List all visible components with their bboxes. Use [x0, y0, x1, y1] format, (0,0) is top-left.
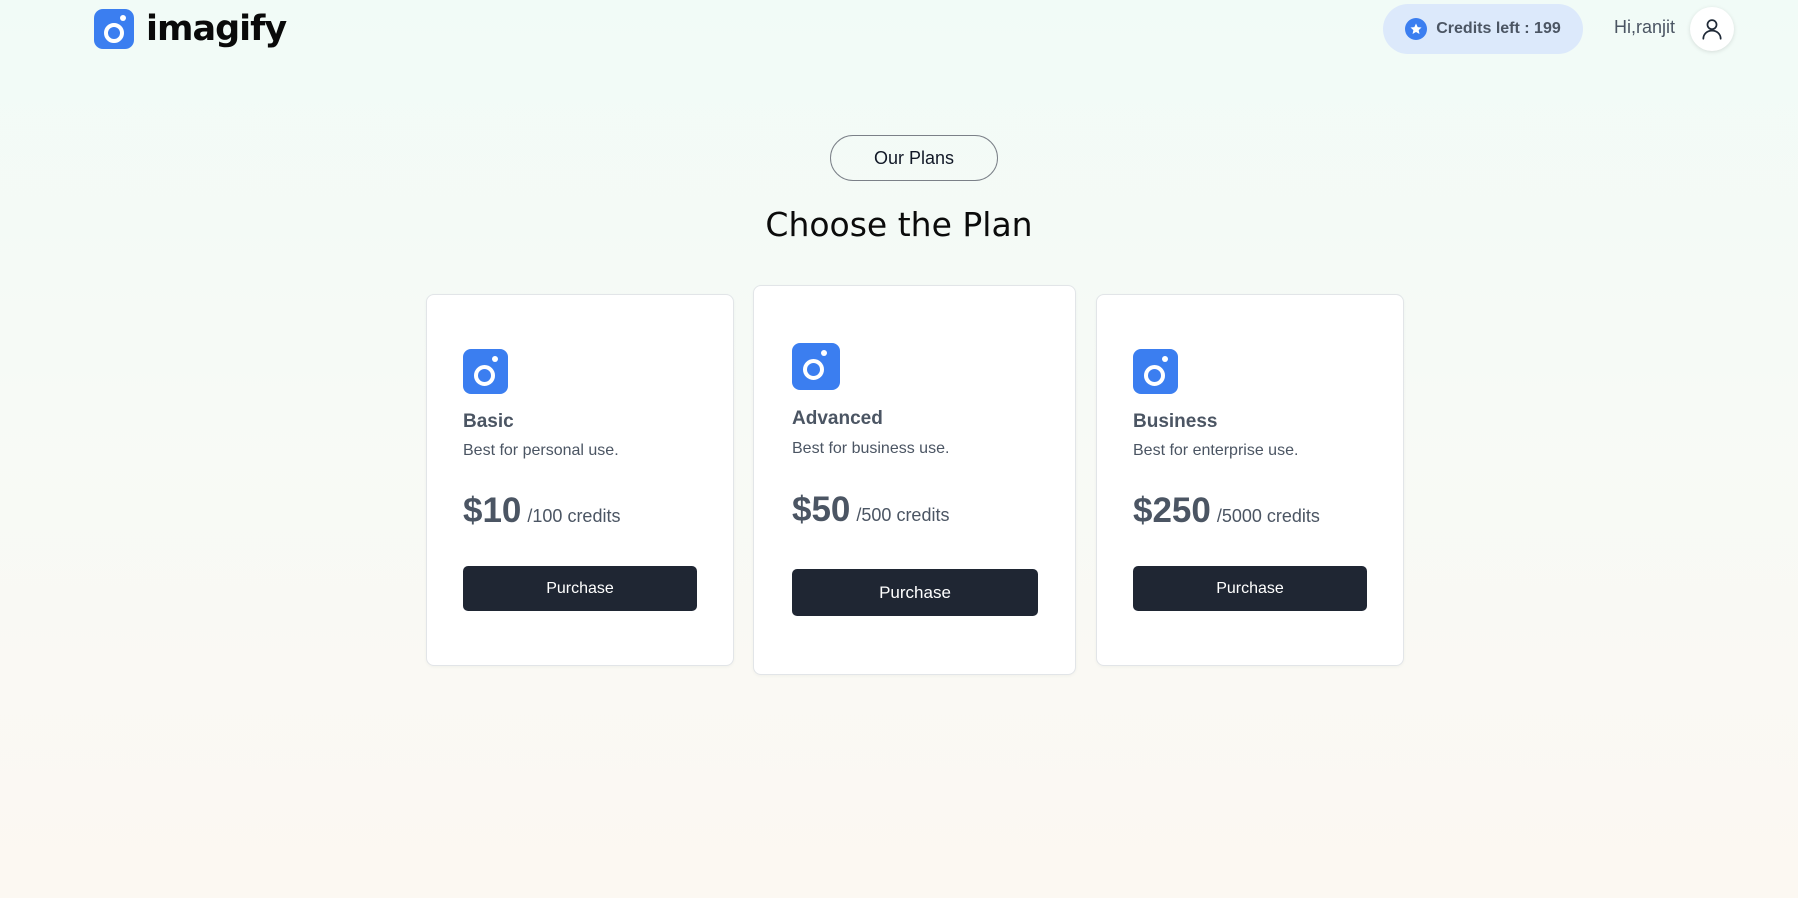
user-icon: [1702, 19, 1722, 40]
plan-description: Best for personal use.: [463, 442, 619, 459]
credits-label: Credits left : 199: [1436, 20, 1561, 37]
plan-card-advanced: Advanced Best for business use. $50 /500…: [753, 285, 1076, 675]
price-credits: /100 credits: [527, 506, 621, 526]
price-amount: $50: [792, 490, 851, 529]
purchase-button-basic[interactable]: Purchase: [463, 566, 697, 611]
camera-icon: [463, 349, 508, 394]
user-avatar-button[interactable]: [1690, 7, 1734, 51]
user-greeting: Hi,ranjit: [1614, 17, 1676, 37]
plan-name: Basic: [463, 411, 514, 432]
price-credits: /500 credits: [856, 505, 950, 525]
page-title: Choose the Plan: [765, 205, 1033, 244]
star-icon: [1405, 18, 1428, 40]
plan-card-basic: Basic Best for personal use. $10 /100 cr…: [426, 294, 734, 666]
plan-name: Business: [1133, 411, 1218, 432]
plan-description: Best for business use.: [792, 440, 950, 457]
our-plans-badge: Our Plans: [830, 135, 998, 181]
purchase-button-advanced[interactable]: Purchase: [792, 569, 1038, 616]
price-amount: $10: [463, 491, 522, 530]
logo[interactable]: imagify: [94, 9, 287, 49]
plan-description: Best for enterprise use.: [1133, 442, 1299, 459]
plan-price: $10 /100 credits: [463, 491, 620, 531]
credits-button[interactable]: Credits left : 199: [1383, 4, 1583, 54]
price-credits: /5000 credits: [1216, 506, 1320, 526]
logo-text: imagify: [146, 9, 287, 49]
plan-price: $50 /500 credits: [792, 490, 949, 530]
camera-icon: [1133, 349, 1178, 394]
plan-name: Advanced: [792, 408, 883, 429]
price-amount: $250: [1133, 491, 1211, 530]
purchase-button-business[interactable]: Purchase: [1133, 566, 1367, 611]
camera-icon: [94, 9, 134, 49]
camera-icon: [792, 343, 840, 390]
plan-card-business: Business Best for enterprise use. $250 /…: [1096, 294, 1404, 666]
plan-price: $250 /5000 credits: [1133, 491, 1320, 531]
